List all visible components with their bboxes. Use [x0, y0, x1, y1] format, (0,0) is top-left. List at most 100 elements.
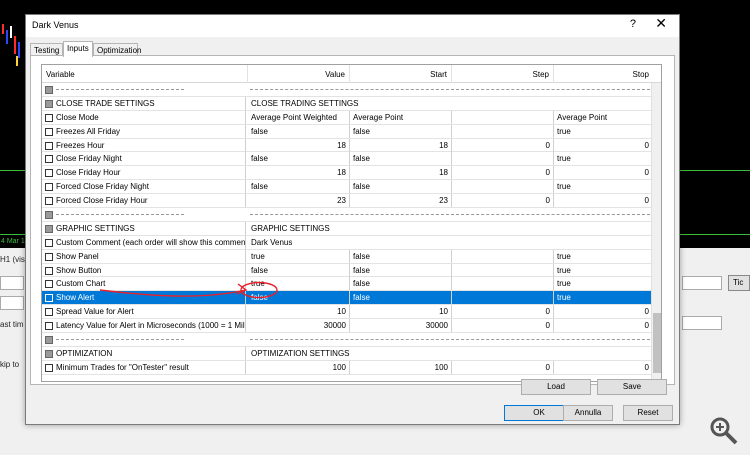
- value-cell[interactable]: false: [248, 291, 350, 305]
- step-cell[interactable]: 0: [452, 360, 554, 374]
- stop-cell[interactable]: true: [554, 180, 652, 193]
- parameter-row[interactable]: Minimum Trades for "OnTester" result 100 1…: [42, 360, 652, 375]
- parameter-row[interactable]: Spread Value for Alert 10 10 0 0: [42, 305, 652, 320]
- value-cell[interactable]: CLOSE TRADING SETTINGS: [248, 97, 648, 110]
- start-cell[interactable]: 23: [350, 194, 452, 208]
- start-cell[interactable]: 18: [350, 166, 452, 180]
- parameter-row[interactable]: Close Friday Night false false true: [42, 152, 652, 167]
- row-checkbox[interactable]: [45, 363, 53, 372]
- stop-cell[interactable]: true: [554, 264, 652, 277]
- load-button[interactable]: Load: [521, 379, 591, 395]
- step-cell[interactable]: [452, 277, 554, 291]
- row-checkbox[interactable]: [45, 169, 53, 178]
- value-cell[interactable]: true: [248, 277, 350, 291]
- row-checkbox[interactable]: [45, 336, 53, 345]
- value-cell[interactable]: false: [248, 180, 350, 194]
- background-dropdown[interactable]: [682, 316, 722, 330]
- column-value[interactable]: Value: [248, 65, 350, 83]
- step-cell[interactable]: 0: [452, 319, 554, 333]
- vertical-scrollbar[interactable]: [651, 83, 661, 381]
- column-stop[interactable]: Stop: [554, 65, 661, 83]
- row-checkbox[interactable]: [45, 113, 53, 122]
- stop-cell[interactable]: true: [554, 125, 652, 138]
- value-cell[interactable]: 10: [248, 305, 350, 319]
- step-cell[interactable]: [452, 110, 554, 124]
- stop-cell[interactable]: true: [554, 152, 652, 165]
- row-checkbox[interactable]: [45, 86, 53, 94]
- start-cell[interactable]: false: [350, 249, 452, 263]
- parameter-row[interactable]: Latency Value for Alert in Microseconds …: [42, 319, 652, 334]
- row-checkbox[interactable]: [45, 197, 53, 206]
- row-checkbox[interactable]: [45, 224, 53, 233]
- background-field[interactable]: [0, 276, 24, 290]
- step-cell[interactable]: 0: [452, 194, 554, 208]
- parameter-row[interactable]: Custom Chart true false true: [42, 277, 652, 292]
- step-cell[interactable]: [452, 180, 554, 194]
- value-cell[interactable]: false: [248, 124, 350, 138]
- row-checkbox[interactable]: [45, 99, 53, 108]
- step-cell[interactable]: [452, 263, 554, 277]
- stop-cell[interactable]: true: [554, 277, 652, 290]
- step-cell[interactable]: [452, 291, 554, 305]
- parameter-row[interactable]: Close Mode Average Point Weighted Average …: [42, 110, 652, 125]
- parameter-row[interactable]: Forced Close Friday Night false false true: [42, 180, 652, 195]
- parameter-row[interactable]: Show Panel true false true: [42, 249, 652, 264]
- value-cell[interactable]: Dark Venus: [248, 236, 648, 249]
- row-checkbox[interactable]: [45, 238, 53, 247]
- value-cell[interactable]: 23: [248, 194, 350, 208]
- stop-cell[interactable]: 0: [554, 319, 652, 332]
- step-cell[interactable]: 0: [452, 166, 554, 180]
- start-cell[interactable]: false: [350, 277, 452, 291]
- parameter-row[interactable]: Close Friday Hour 18 18 0 0: [42, 166, 652, 181]
- parameter-row[interactable]: Forced Close Friday Hour 23 23 0 0: [42, 194, 652, 209]
- row-checkbox[interactable]: [45, 252, 53, 261]
- parameter-row[interactable]: Freezes All Friday false false true: [42, 124, 652, 139]
- row-checkbox[interactable]: [45, 183, 53, 192]
- row-checkbox[interactable]: [45, 211, 53, 220]
- step-cell[interactable]: [452, 152, 554, 166]
- save-button[interactable]: Save: [597, 379, 667, 395]
- parameter-row[interactable]: Custom Comment (each order will show thi…: [42, 235, 652, 250]
- background-field[interactable]: [0, 296, 24, 310]
- background-button[interactable]: Tic: [728, 275, 750, 291]
- section-row[interactable]: GRAPHIC SETTINGS GRAPHIC SETTINGS: [42, 221, 652, 236]
- step-cell[interactable]: [452, 124, 554, 138]
- close-icon[interactable]: ✕: [655, 16, 667, 32]
- parameter-row[interactable]: Show Alert false false true: [42, 291, 652, 306]
- start-cell[interactable]: false: [350, 124, 452, 138]
- row-checkbox[interactable]: [45, 322, 53, 331]
- tab-inputs[interactable]: Inputs: [63, 41, 93, 57]
- start-cell[interactable]: false: [350, 263, 452, 277]
- value-cell[interactable]: true: [248, 249, 350, 263]
- stop-cell[interactable]: true: [554, 291, 652, 304]
- value-cell[interactable]: false: [248, 263, 350, 277]
- row-checkbox[interactable]: [45, 266, 53, 275]
- start-cell[interactable]: 30000: [350, 319, 452, 333]
- section-row[interactable]: CLOSE TRADE SETTINGS CLOSE TRADING SETTIN…: [42, 96, 652, 111]
- stop-cell[interactable]: 0: [554, 166, 652, 179]
- row-checkbox[interactable]: [45, 155, 53, 164]
- column-step[interactable]: Step: [452, 65, 554, 83]
- value-cell[interactable]: false: [248, 152, 350, 166]
- start-cell[interactable]: 100: [350, 360, 452, 374]
- value-cell[interactable]: Average Point Weighted: [248, 110, 350, 124]
- help-button[interactable]: ?: [630, 18, 636, 30]
- value-cell[interactable]: OPTIMIZATION SETTINGS: [248, 347, 648, 360]
- start-cell[interactable]: false: [350, 180, 452, 194]
- step-cell[interactable]: [452, 249, 554, 263]
- reset-button[interactable]: Reset: [623, 405, 673, 421]
- scrollbar-thumb[interactable]: [653, 313, 661, 373]
- separator-row[interactable]: [42, 208, 652, 222]
- row-checkbox[interactable]: [45, 294, 53, 303]
- cancel-button[interactable]: Annulla: [563, 405, 613, 421]
- stop-cell[interactable]: true: [554, 250, 652, 263]
- stop-cell[interactable]: 0: [554, 139, 652, 152]
- value-cell[interactable]: 18: [248, 138, 350, 152]
- parameter-row[interactable]: Freezes Hour 18 18 0 0: [42, 138, 652, 153]
- separator-row[interactable]: [42, 83, 652, 97]
- stop-cell[interactable]: 0: [554, 194, 652, 207]
- value-cell[interactable]: 18: [248, 166, 350, 180]
- row-checkbox[interactable]: [45, 141, 53, 150]
- row-checkbox[interactable]: [45, 127, 53, 136]
- start-cell[interactable]: false: [350, 291, 452, 305]
